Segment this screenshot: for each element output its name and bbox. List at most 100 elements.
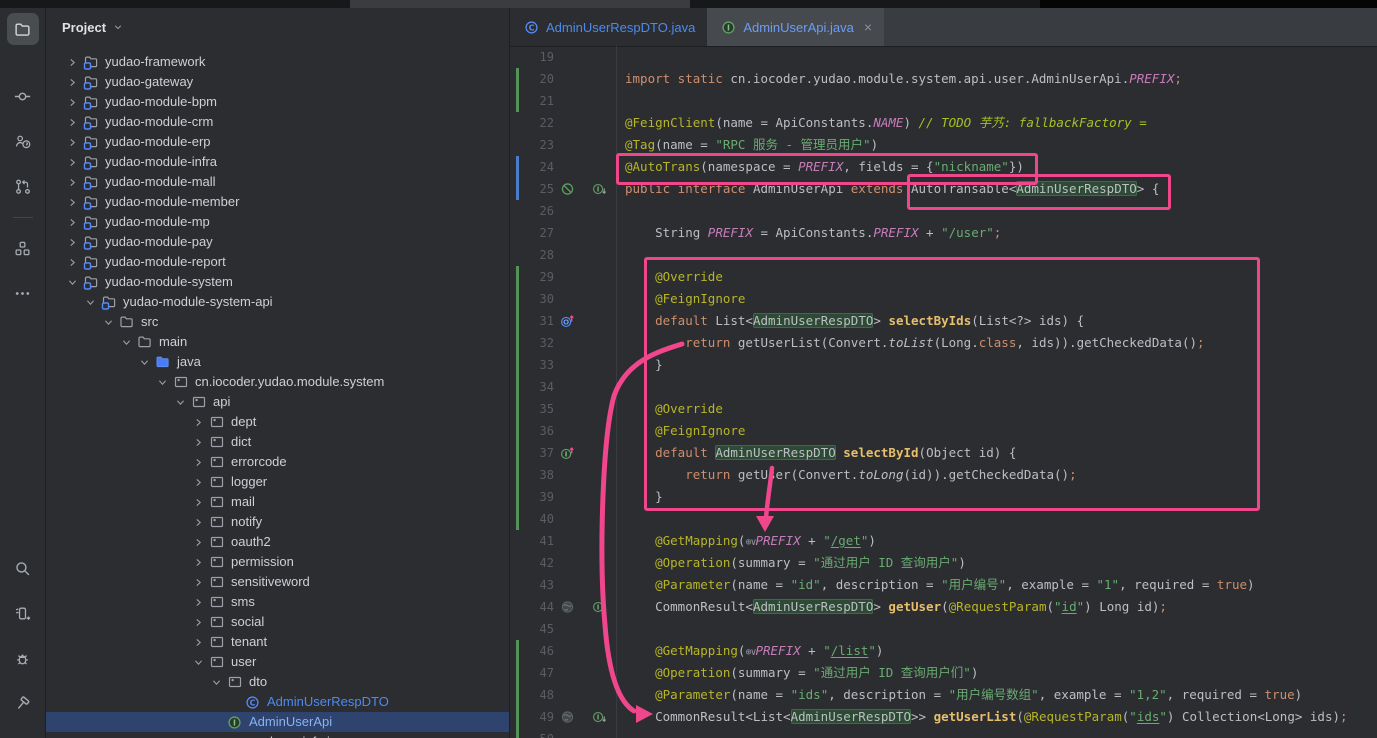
tree-row-permission[interactable]: permission <box>46 552 509 572</box>
code-text[interactable]: import static cn.iocoder.yudao.module.sy… <box>616 68 1377 90</box>
tree-row-mail[interactable]: mail <box>46 492 509 512</box>
code-text[interactable]: @Tag(name = "RPC 服务 - 管理员用户") <box>616 134 1377 156</box>
chevron-right-icon[interactable] <box>66 256 78 268</box>
code-line-44[interactable]: 44I CommonResult<AdminUserRespDTO> getUs… <box>510 596 1377 618</box>
chevron-right-icon[interactable] <box>66 176 78 188</box>
code-with-me-icon[interactable] <box>7 125 39 157</box>
code-line-47[interactable]: 47 @Operation(summary = "通过用户 ID 查询用户们") <box>510 662 1377 684</box>
code-line-45[interactable]: 45 <box>510 618 1377 640</box>
chevron-right-icon[interactable] <box>192 536 204 548</box>
chevron-right-icon[interactable] <box>192 636 204 648</box>
tree-row-yudao-gateway[interactable]: yudao-gateway <box>46 72 509 92</box>
code-text[interactable]: return getUserList(Convert.toList(Long.c… <box>616 332 1377 354</box>
tree-row-src[interactable]: src <box>46 312 509 332</box>
tree-row-adminuserrespdto[interactable]: CAdminUserRespDTO <box>46 692 509 712</box>
code-text[interactable]: @Parameter(name = "id", description = "用… <box>616 574 1377 596</box>
tree-row-yudao-module-report[interactable]: yudao-module-report <box>46 252 509 272</box>
tree-row-tenant[interactable]: tenant <box>46 632 509 652</box>
tree-row-main[interactable]: main <box>46 332 509 352</box>
code-line-23[interactable]: 23@Tag(name = "RPC 服务 - 管理员用户") <box>510 134 1377 156</box>
globe-gutter-icon[interactable] <box>560 709 575 725</box>
chevron-right-icon[interactable] <box>66 116 78 128</box>
chevron-right-icon[interactable] <box>66 56 78 68</box>
code-text[interactable] <box>616 200 1377 222</box>
code-text[interactable]: @AutoTrans(namespace = PREFIX, fields = … <box>616 156 1377 178</box>
code-line-30[interactable]: 30 @FeignIgnore <box>510 288 1377 310</box>
more-icon[interactable] <box>7 277 39 309</box>
tree-row-cn-iocoder-yudao-module-system[interactable]: cn.iocoder.yudao.module.system <box>46 372 509 392</box>
chevron-right-icon[interactable] <box>192 416 204 428</box>
code-line-38[interactable]: 38 return getUser(Convert.toLong(id)).ge… <box>510 464 1377 486</box>
code-text[interactable] <box>616 90 1377 112</box>
code-line-20[interactable]: 20import static cn.iocoder.yudao.module.… <box>510 68 1377 90</box>
code-line-27[interactable]: 27 String PREFIX = ApiConstants.PREFIX +… <box>510 222 1377 244</box>
chevron-right-icon[interactable] <box>192 476 204 488</box>
code-text[interactable]: CommonResult<AdminUserRespDTO> getUser(@… <box>616 596 1377 618</box>
tree-row-logger[interactable]: logger <box>46 472 509 492</box>
code-line-21[interactable]: 21 <box>510 90 1377 112</box>
globe-gutter-icon[interactable] <box>560 599 575 615</box>
tree-row-yudao-module-mall[interactable]: yudao-module-mall <box>46 172 509 192</box>
services-icon[interactable] <box>7 597 39 629</box>
tree-row-user[interactable]: user <box>46 652 509 672</box>
tree-row-api[interactable]: api <box>46 392 509 412</box>
chevron-right-icon[interactable] <box>66 136 78 148</box>
code-text[interactable]: @Override <box>616 398 1377 420</box>
code-line-34[interactable]: 34 <box>510 376 1377 398</box>
impl-gutter-icon[interactable]: I <box>592 709 607 725</box>
tree-row-yudao-module-infra[interactable]: yudao-module-infra <box>46 152 509 172</box>
chevron-down-icon[interactable] <box>174 396 186 408</box>
tree-row-yudao-module-bpm[interactable]: yudao-module-bpm <box>46 92 509 112</box>
code-line-46[interactable]: 46 @GetMapping(⊕∨PREFIX + "/list") <box>510 640 1377 662</box>
chevron-down-icon[interactable] <box>156 376 168 388</box>
ovrG-gutter-icon[interactable]: I <box>560 445 575 461</box>
chevron-right-icon[interactable] <box>192 436 204 448</box>
code-text[interactable] <box>616 244 1377 266</box>
tree-row-yudao-module-erp[interactable]: yudao-module-erp <box>46 132 509 152</box>
chevron-right-icon[interactable] <box>192 496 204 508</box>
close-icon[interactable]: × <box>864 20 872 34</box>
code-text[interactable]: @FeignClient(name = ApiConstants.NAME) /… <box>616 112 1377 134</box>
chevron-right-icon[interactable] <box>66 196 78 208</box>
project-icon[interactable] <box>7 13 39 45</box>
code-line-40[interactable]: 40 <box>510 508 1377 530</box>
chevron-right-icon[interactable] <box>192 516 204 528</box>
chevron-right-icon[interactable] <box>192 576 204 588</box>
chevron-down-icon[interactable] <box>66 276 78 288</box>
tree-row-yudao-module-system-api[interactable]: yudao-module-system-api <box>46 292 509 312</box>
tree-row-yudao-module-mp[interactable]: yudao-module-mp <box>46 212 509 232</box>
tree-row-yudao-module-member[interactable]: yudao-module-member <box>46 192 509 212</box>
chevron-down-icon[interactable] <box>84 296 96 308</box>
code-text[interactable]: } <box>616 354 1377 376</box>
impl-gutter-icon[interactable]: I <box>592 599 607 615</box>
chevron-down-icon[interactable] <box>120 336 132 348</box>
code-text[interactable]: } <box>616 486 1377 508</box>
code-line-50[interactable]: 50 <box>510 728 1377 738</box>
code-text[interactable]: CommonResult<List<AdminUserRespDTO>> get… <box>616 706 1377 728</box>
impl-gutter-icon[interactable]: I <box>592 181 607 197</box>
tree-row-yudao-framework[interactable]: yudao-framework <box>46 52 509 72</box>
code-text[interactable]: @FeignIgnore <box>616 420 1377 442</box>
chevron-right-icon[interactable] <box>66 156 78 168</box>
code-line-49[interactable]: 49I CommonResult<List<AdminUserRespDTO>>… <box>510 706 1377 728</box>
code-line-25[interactable]: 25Ipublic interface AdminUserApi extends… <box>510 178 1377 200</box>
chevron-right-icon[interactable] <box>66 96 78 108</box>
search-icon[interactable] <box>7 552 39 584</box>
tree-row-sms[interactable]: sms <box>46 592 509 612</box>
problems-icon[interactable] <box>7 642 39 674</box>
tree-row-sensitiveword[interactable]: sensitiveword <box>46 572 509 592</box>
code-line-42[interactable]: 42 @Operation(summary = "通过用户 ID 查询用户") <box>510 552 1377 574</box>
chevron-right-icon[interactable] <box>192 456 204 468</box>
code-line-37[interactable]: 37I default AdminUserRespDTO selectById(… <box>510 442 1377 464</box>
chevron-down-icon[interactable] <box>210 676 222 688</box>
tree-row-java[interactable]: java <box>46 352 509 372</box>
tree-row-dict[interactable]: dict <box>46 432 509 452</box>
code-text[interactable] <box>616 728 1377 738</box>
tree-row-yudao-module-system[interactable]: yudao-module-system <box>46 272 509 292</box>
build-icon[interactable] <box>7 687 39 719</box>
code-text[interactable]: @Operation(summary = "通过用户 ID 查询用户们") <box>616 662 1377 684</box>
code-text[interactable]: @Parameter(name = "ids", description = "… <box>616 684 1377 706</box>
code-text[interactable]: @GetMapping(⊕∨PREFIX + "/get") <box>616 530 1377 552</box>
code-text[interactable]: @GetMapping(⊕∨PREFIX + "/list") <box>616 640 1377 662</box>
pull-requests-icon[interactable] <box>7 170 39 202</box>
